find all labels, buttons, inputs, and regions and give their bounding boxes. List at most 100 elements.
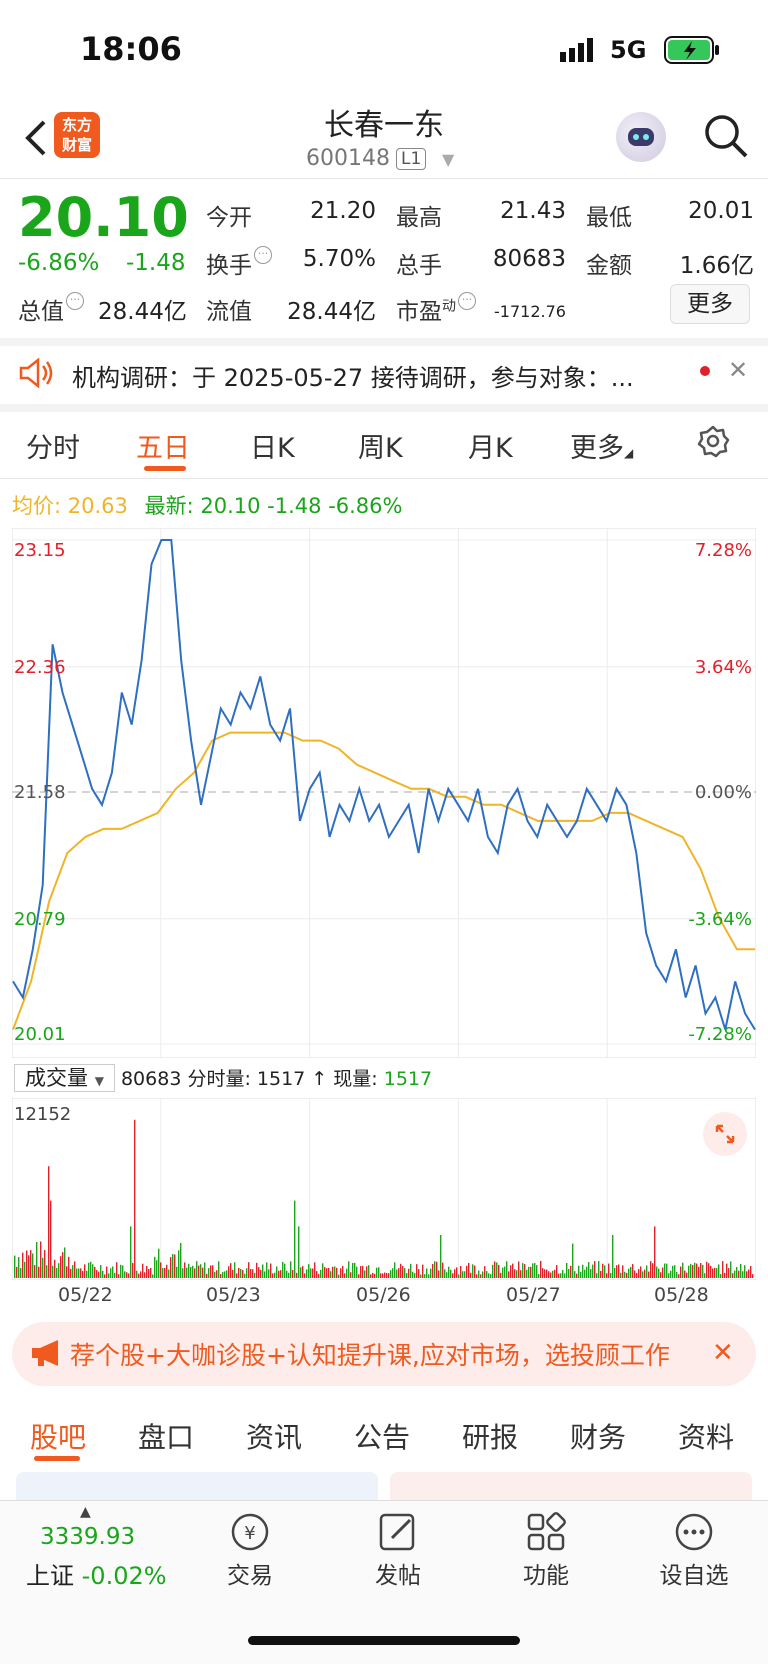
up-arrow: ↑ (311, 1068, 328, 1090)
post-card[interactable] (16, 1472, 378, 1500)
search-icon[interactable] (700, 110, 752, 162)
volume-bar (418, 1269, 420, 1278)
volume-bar (604, 1265, 606, 1278)
post-card[interactable] (390, 1472, 752, 1500)
volume-bar (678, 1274, 680, 1278)
volume-bar (198, 1265, 200, 1278)
compose-icon[interactable] (376, 1510, 420, 1558)
tab-intraday[interactable]: 分时 (26, 426, 80, 465)
volume-bar (82, 1270, 84, 1278)
info-icon[interactable]: ··· (458, 292, 476, 310)
volume-bar (244, 1273, 246, 1278)
tab-more[interactable]: 更多◢ (570, 426, 633, 465)
more-dots-icon[interactable] (672, 1510, 716, 1558)
volume-bar (334, 1266, 336, 1278)
tab-daily-k[interactable]: 日K (250, 426, 295, 465)
latest-label: 最新: (144, 494, 194, 518)
volume-bar (422, 1264, 424, 1278)
tab-finance[interactable]: 财务 (570, 1416, 626, 1456)
more-button[interactable]: 更多 (670, 284, 750, 324)
volume-bar (180, 1242, 182, 1278)
close-icon[interactable]: ✕ (728, 356, 748, 384)
tab-pankou[interactable]: 盘口 (138, 1416, 194, 1456)
volume-bar (298, 1226, 300, 1278)
chevron-up-icon[interactable]: ▲ (80, 1504, 91, 1520)
volume-bar (392, 1268, 394, 1278)
volume-bar (394, 1262, 396, 1278)
volume-bar (586, 1266, 588, 1278)
volume-bar (54, 1259, 56, 1278)
info-icon[interactable]: ··· (66, 292, 84, 310)
volume-bar (614, 1268, 616, 1278)
volume-bar (690, 1263, 692, 1278)
volume-bar (430, 1268, 432, 1278)
volume-bar (460, 1265, 462, 1278)
close-icon[interactable]: ✕ (712, 1338, 734, 1368)
volume-bar (246, 1268, 248, 1278)
assistant-avatar[interactable] (616, 112, 666, 162)
volume-bar (456, 1267, 458, 1278)
volume-bar (510, 1265, 512, 1278)
volume-bar (380, 1273, 382, 1278)
tab-guba[interactable]: 股吧 (30, 1416, 86, 1456)
volume-bar (676, 1272, 678, 1278)
volume-bar (646, 1265, 648, 1278)
volume-chart[interactable]: 12152 (12, 1098, 756, 1280)
volume-bar (28, 1255, 30, 1278)
tab-announcements[interactable]: 公告 (354, 1416, 410, 1456)
volume-selector[interactable]: 成交量 ▼ (14, 1064, 115, 1092)
tab-five-day[interactable]: 五日 (136, 426, 190, 465)
tab-weekly-k[interactable]: 周K (358, 426, 403, 465)
promo-text[interactable]: 荐个股+大咖诊股+认知提升课,应对市场，选投顾工作 (70, 1336, 700, 1372)
chart-info-line: 均价: 20.63 最新: 20.10 -1.48 -6.86% (12, 490, 402, 520)
chevron-down-icon[interactable]: ▼ (442, 150, 454, 169)
pct-axis-label: -7.28% (688, 1024, 752, 1045)
volume-bar (396, 1269, 398, 1278)
volume-bar (58, 1263, 60, 1278)
nav-trade[interactable]: 交易 (200, 1556, 300, 1590)
volume-bar (270, 1263, 272, 1278)
chevron-down-icon: ▼ (94, 1074, 104, 1088)
volume-bar (168, 1269, 170, 1278)
volume-bar (538, 1273, 540, 1278)
expand-icon[interactable] (703, 1112, 747, 1156)
tab-news[interactable]: 资讯 (246, 1416, 302, 1456)
volume-bar (122, 1265, 124, 1278)
pe-label: 市盈动 ··· (396, 292, 476, 326)
volume-bar (706, 1261, 708, 1278)
trade-icon[interactable]: ¥ (228, 1510, 272, 1558)
volume-bar (652, 1263, 654, 1278)
latest-pct: -6.86% (328, 494, 403, 518)
nav-functions[interactable]: 功能 (496, 1556, 596, 1590)
index-label[interactable]: 上证 -0.02% (26, 1556, 167, 1591)
volume-bar (640, 1266, 642, 1278)
tab-profile[interactable]: 资料 (678, 1416, 734, 1456)
volume-bar (222, 1272, 224, 1278)
nav-post[interactable]: 发帖 (348, 1556, 448, 1590)
volume-bar (136, 1270, 138, 1278)
volume-bar (508, 1271, 510, 1278)
volume-bar (452, 1273, 454, 1278)
volume-bar (750, 1266, 752, 1278)
volume-bar (150, 1267, 152, 1278)
volume-bar (282, 1261, 284, 1278)
tab-research[interactable]: 研报 (462, 1416, 518, 1456)
tab-monthly-k[interactable]: 月K (468, 426, 513, 465)
notice-text[interactable]: 机构调研：于 2025-05-27 接待调研，参与对象：... (72, 358, 672, 393)
volume-bar (174, 1254, 176, 1278)
high-value: 21.43 (500, 198, 566, 224)
volume-bar (602, 1263, 604, 1278)
price-chart[interactable]: 23.15 7.28% 22.36 3.64% 21.58 0.00% 20.79 -3.64… (12, 528, 756, 1058)
volume-bar (568, 1269, 570, 1278)
volume-bar (290, 1261, 292, 1278)
volume-bar (412, 1271, 414, 1278)
volume-bar (16, 1266, 18, 1278)
info-icon[interactable]: ··· (254, 246, 272, 264)
nav-watchlist[interactable]: 设自选 (644, 1556, 744, 1590)
settings-icon[interactable] (696, 424, 730, 462)
volume-bar (440, 1235, 442, 1278)
volume-bar (140, 1271, 142, 1278)
mktcap-value: 28.44亿 (98, 299, 187, 325)
grid-icon[interactable] (524, 1510, 568, 1558)
index-value[interactable]: 3339.93 (40, 1524, 135, 1550)
